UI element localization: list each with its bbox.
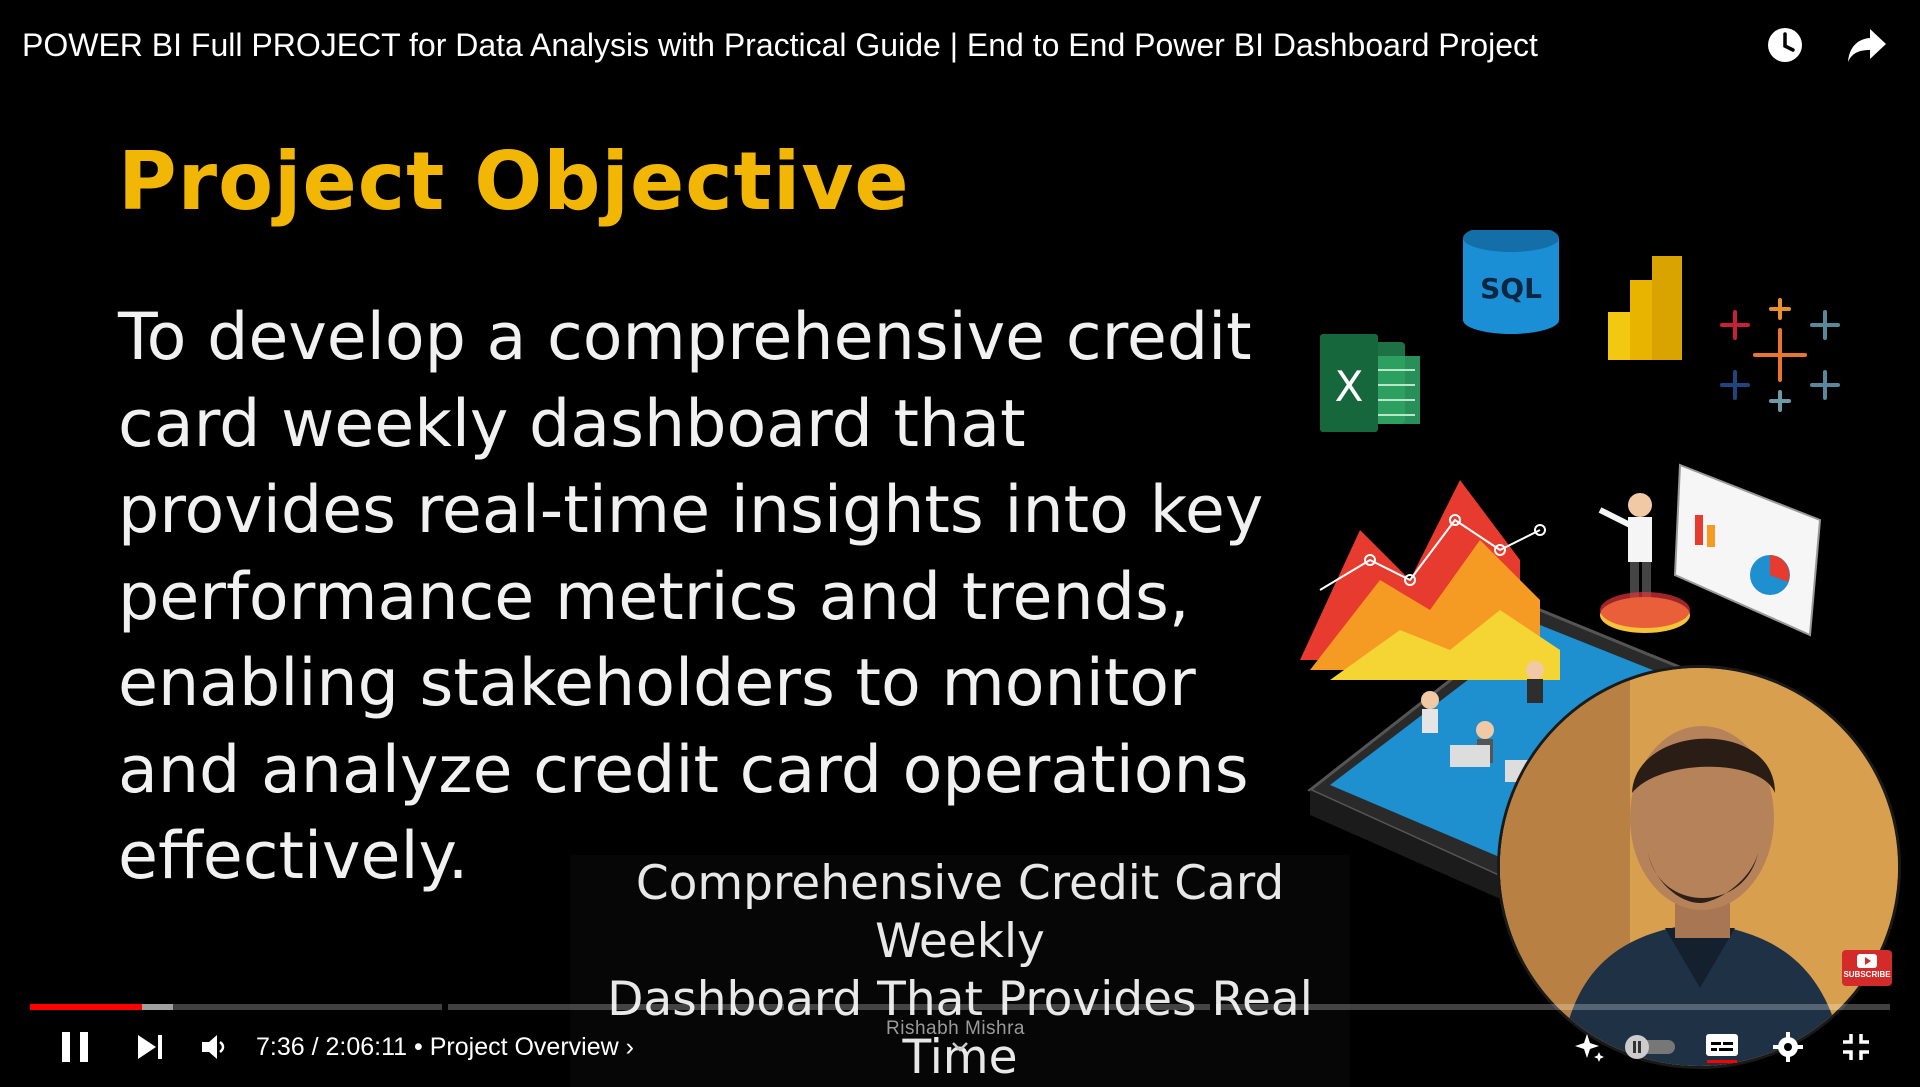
autoplay-toggle[interactable] bbox=[1622, 1022, 1678, 1072]
subscribe-badge-label: SUBSCRIBE bbox=[1843, 970, 1891, 979]
subscribe-badge[interactable]: SUBSCRIBE bbox=[1842, 950, 1892, 986]
pause-button[interactable] bbox=[55, 1022, 95, 1072]
sql-database-icon: SQL bbox=[1463, 230, 1559, 334]
video-title[interactable]: POWER BI Full PROJECT for Data Analysis … bbox=[22, 27, 1538, 64]
captions-icon bbox=[1706, 1034, 1738, 1063]
chapter-separator: • bbox=[407, 1032, 430, 1061]
area-chart-illustration bbox=[1300, 480, 1560, 680]
gear-icon bbox=[1773, 1032, 1803, 1062]
dashboard-board-illustration bbox=[1673, 463, 1822, 637]
settings-button[interactable] bbox=[1770, 1022, 1806, 1072]
player-controls: 7:36 / 2:06:11 • Project Overview › bbox=[0, 1022, 1920, 1072]
share-icon[interactable] bbox=[1844, 22, 1890, 68]
time-display: 7:36 / 2:06:11 • Project Overview › bbox=[256, 1022, 634, 1072]
subtitles-button[interactable] bbox=[1704, 1022, 1740, 1072]
caption-line-1: Comprehensive Credit Card Weekly bbox=[570, 855, 1350, 971]
next-button[interactable] bbox=[132, 1022, 168, 1072]
current-time: 7:36 bbox=[256, 1032, 305, 1061]
video-top-bar: POWER BI Full PROJECT for Data Analysis … bbox=[0, 0, 1920, 90]
sql-logo-label: SQL bbox=[1480, 272, 1542, 305]
pause-icon bbox=[62, 1032, 88, 1062]
duration: 2:06:11 bbox=[325, 1032, 408, 1061]
chapter-segment[interactable] bbox=[1216, 1004, 1890, 1010]
played-range bbox=[30, 1004, 142, 1010]
progress-bar[interactable] bbox=[30, 1004, 1890, 1010]
top-icons bbox=[1762, 22, 1890, 68]
tableau-logo-icon bbox=[1720, 298, 1840, 412]
chevron-down-icon[interactable] bbox=[948, 1022, 972, 1072]
chapter-title[interactable]: Project Overview bbox=[430, 1033, 619, 1062]
excel-logo-icon: X bbox=[1320, 334, 1420, 432]
chapter-segment[interactable] bbox=[790, 1004, 1210, 1010]
exit-fullscreen-icon bbox=[1843, 1034, 1869, 1060]
volume-button[interactable] bbox=[196, 1022, 232, 1072]
watch-later-icon[interactable] bbox=[1762, 22, 1808, 68]
ai-sparkle-button[interactable] bbox=[1572, 1022, 1608, 1072]
power-bi-logo-icon bbox=[1608, 256, 1682, 360]
exit-fullscreen-button[interactable] bbox=[1838, 1022, 1874, 1072]
sparkle-icon bbox=[1575, 1034, 1604, 1062]
chevron-right-icon[interactable]: › bbox=[619, 1033, 634, 1062]
time-separator: / bbox=[304, 1032, 326, 1061]
next-icon bbox=[138, 1035, 162, 1059]
excel-logo-letter: X bbox=[1335, 362, 1364, 411]
volume-icon bbox=[202, 1035, 225, 1059]
autoplay-toggle-icon bbox=[1625, 1035, 1675, 1059]
chapter-segment[interactable] bbox=[448, 1004, 784, 1010]
slide-body-text: To develop a comprehensive credit card w… bbox=[118, 300, 1264, 894]
slide-heading: Project Objective bbox=[118, 135, 910, 228]
